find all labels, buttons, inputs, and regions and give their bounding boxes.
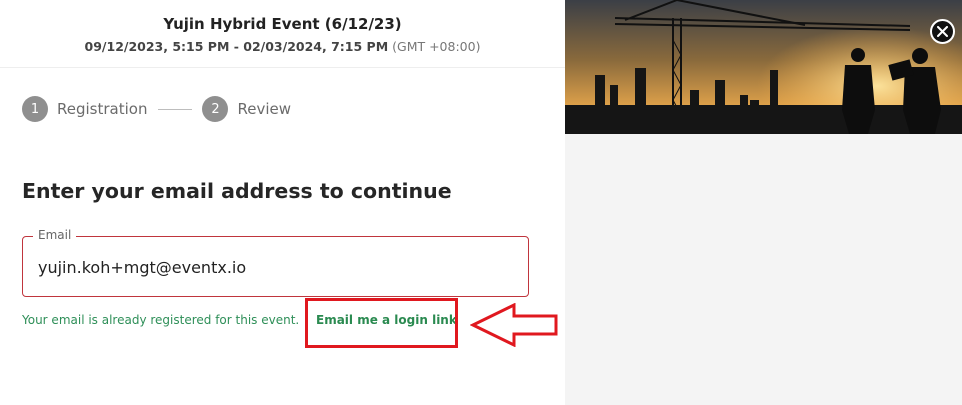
annotation-highlight-box <box>305 298 458 348</box>
form-heading: Enter your email address to continue <box>22 179 452 203</box>
event-banner-image <box>565 0 962 134</box>
event-title: Yujin Hybrid Event (6/12/23) <box>163 15 402 33</box>
step-2-number: 2 <box>202 96 229 122</box>
email-status-message: Your email is already registered for thi… <box>22 313 300 327</box>
event-header: Yujin Hybrid Event (6/12/23) 09/12/2023,… <box>0 0 565 68</box>
registration-panel: Yujin Hybrid Event (6/12/23) 09/12/2023,… <box>0 0 565 405</box>
stepper: 1 Registration 2 Review <box>22 96 291 122</box>
close-button[interactable] <box>930 19 955 44</box>
email-field[interactable]: Email <box>22 228 529 297</box>
left-arrow-icon <box>470 303 558 347</box>
step-2-label: Review <box>237 100 291 118</box>
email-field-label: Email <box>33 228 77 242</box>
event-date-range: 09/12/2023, 5:15 PM - 02/03/2024, 7:15 P… <box>84 39 389 54</box>
side-panel <box>565 0 962 405</box>
step-1-label: Registration <box>57 100 148 118</box>
step-connector <box>158 108 193 110</box>
email-input[interactable] <box>38 258 508 277</box>
close-icon <box>937 26 948 37</box>
event-dates: 09/12/2023, 5:15 PM - 02/03/2024, 7:15 P… <box>0 39 565 54</box>
event-timezone: (GMT +08:00) <box>392 39 481 54</box>
step-1-number: 1 <box>22 96 48 122</box>
